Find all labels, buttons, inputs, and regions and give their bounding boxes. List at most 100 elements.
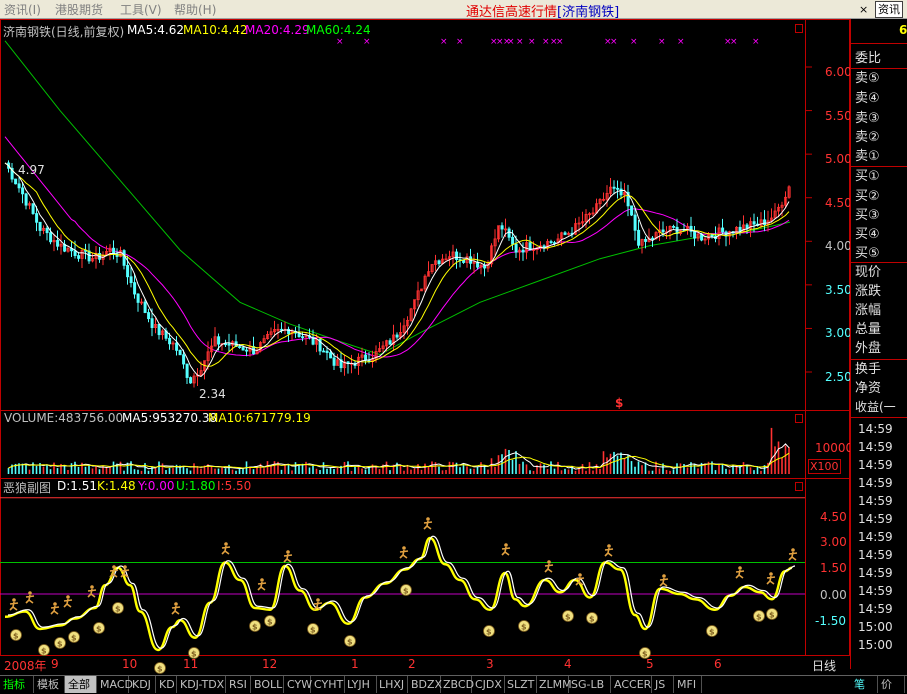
candle-body <box>175 342 179 351</box>
tab-kd[interactable]: KD <box>156 676 177 693</box>
coin-icon-glyph: $ <box>115 605 121 614</box>
candle-body <box>17 183 21 189</box>
signal-marker: × <box>542 37 550 47</box>
coin-icon-glyph: $ <box>13 632 19 641</box>
ma60-line <box>4 40 791 356</box>
coin-icon-glyph: $ <box>589 615 595 624</box>
coin-icon: $ <box>562 610 574 622</box>
runner-icon-head <box>402 546 406 550</box>
stat-label-7: 收益(一 <box>855 400 896 414</box>
coin-icon-glyph: $ <box>41 647 47 656</box>
tab-js[interactable]: JS <box>652 676 674 693</box>
coin-icon-glyph: $ <box>310 626 316 635</box>
tab-lyjh[interactable]: LYJH <box>344 676 377 693</box>
tick-time: 14:59 <box>858 512 893 526</box>
tab-lhxj[interactable]: LHXJ <box>376 676 408 693</box>
panel-toggle-icon[interactable] <box>795 24 803 33</box>
tab-macd[interactable]: MACD <box>97 676 133 693</box>
tab-trades[interactable]: 笔 <box>851 676 878 693</box>
quote-panel: 6 委比 卖⑤ 卖④ 卖③ 卖② 卖① 买① 买② 买③ 买④ 买⑤ 现价 涨跌… <box>850 19 907 669</box>
candle-body <box>637 229 641 246</box>
tab-bdzx[interactable]: ZBCD <box>440 676 474 693</box>
stat-label-3: 总量 <box>855 322 882 337</box>
menu-tools[interactable]: 工具(V) <box>120 1 162 18</box>
signal-marker: × <box>456 37 464 47</box>
coin-icon: $ <box>264 615 276 627</box>
runner-icon-head <box>547 560 551 564</box>
runner-icon-body <box>544 563 554 573</box>
runner-icon <box>575 573 585 586</box>
signal-marker: × <box>677 37 685 47</box>
candle-body <box>721 227 725 233</box>
tab-sg-lb[interactable]: SG-LB <box>568 676 611 693</box>
menu-hk-futures[interactable]: 港股期货 <box>55 1 103 18</box>
price-tick-5: 3.50 <box>825 283 852 297</box>
runner-icon-body <box>659 577 669 587</box>
menu-bar: 资讯(I) 港股期货 工具(V) 帮助(H) 通达信高速行情[济南钢铁] × 资… <box>0 0 907 20</box>
runner-icon-head <box>53 602 57 606</box>
runner-icon-body <box>604 547 614 557</box>
coin-icon-glyph: $ <box>267 618 273 627</box>
candle-body <box>126 264 130 278</box>
tab-indicator[interactable]: 指标 <box>0 676 34 693</box>
menu-help[interactable]: 帮助(H) <box>174 1 216 18</box>
coin-icon: $ <box>154 662 166 674</box>
coin-icon: $ <box>249 620 261 632</box>
period-label[interactable]: 日线 <box>812 657 850 673</box>
tab-zbcd[interactable]: CJDX <box>472 676 505 693</box>
tab-cyht[interactable]: CYHT <box>311 676 345 693</box>
tab-rsi[interactable]: RSI <box>226 676 251 693</box>
coin-icon: $ <box>68 631 80 643</box>
candle-body <box>395 334 399 338</box>
price-tick-1: 5.50 <box>825 109 852 123</box>
candle-body <box>549 241 553 244</box>
runner-icon <box>25 591 35 604</box>
runner-icon-head <box>123 565 127 569</box>
candle-body <box>168 337 172 345</box>
chart-frame <box>0 19 850 656</box>
tab-kdj-tdx[interactable]: KDJ-TDX <box>177 676 226 693</box>
runner-icon-head <box>738 566 742 570</box>
runner-icon-head <box>12 598 16 602</box>
tab-lhxj-2[interactable]: BDZX <box>408 676 442 693</box>
x-month-1: 1 <box>351 657 359 671</box>
tab-all[interactable]: 全部 <box>65 676 97 693</box>
x-month-4: 4 <box>564 657 572 671</box>
tab-accer[interactable]: ACCER <box>611 676 652 693</box>
candle-body <box>185 363 189 378</box>
indicator-lines <box>0 497 805 652</box>
candle-body <box>364 354 368 361</box>
tab-mfi[interactable]: MFI <box>674 676 702 693</box>
menu-info[interactable]: 资讯(I) <box>4 1 41 18</box>
candle-body <box>227 343 231 346</box>
info-button[interactable]: 资讯 <box>875 1 903 18</box>
tab-boll[interactable]: BOLL <box>251 676 284 693</box>
coin-icon: $ <box>766 608 778 620</box>
tab-price[interactable]: 价 <box>878 676 905 693</box>
tab-template[interactable]: 模板 <box>34 676 65 693</box>
order-label-1: 卖⑤ <box>855 71 880 86</box>
candle-body <box>511 236 515 245</box>
tab-cyw[interactable]: CYW <box>284 676 312 693</box>
runner-icon <box>50 602 60 615</box>
ma60-label: MA60:4.24 <box>306 23 371 37</box>
volume-ma10-label: MA10:671779.19 <box>208 411 311 425</box>
tab-kdj[interactable]: KDJ <box>129 676 156 693</box>
volume-ma10-polyline <box>8 452 790 469</box>
x-month-2: 2 <box>408 657 416 671</box>
price-tick-4: 4.00 <box>825 239 852 253</box>
stock-chart[interactable]: × × × × ×× ×× × × × ×× ×× × × × ×× × $ $ $ $ $ $ $ $ $ $ $ $ $ $ $ $ $ $… <box>0 19 850 675</box>
x-month-10: 10 <box>122 657 138 671</box>
close-icon[interactable]: × <box>859 3 868 16</box>
volume-toggle-icon[interactable] <box>795 414 803 423</box>
candle-body <box>514 243 518 253</box>
candle-body <box>563 232 567 235</box>
tab-cjdx[interactable]: SLZT <box>504 676 537 693</box>
tab-slzt[interactable]: ZLMM <box>536 676 572 693</box>
ma20-label: MA20:4.29 <box>245 23 310 37</box>
order-label-0: 委比 <box>855 51 882 66</box>
signal-marker: × <box>516 37 524 47</box>
runner-icon <box>544 560 554 573</box>
indicator-toggle-icon[interactable] <box>795 482 803 491</box>
candle-body <box>616 187 620 190</box>
